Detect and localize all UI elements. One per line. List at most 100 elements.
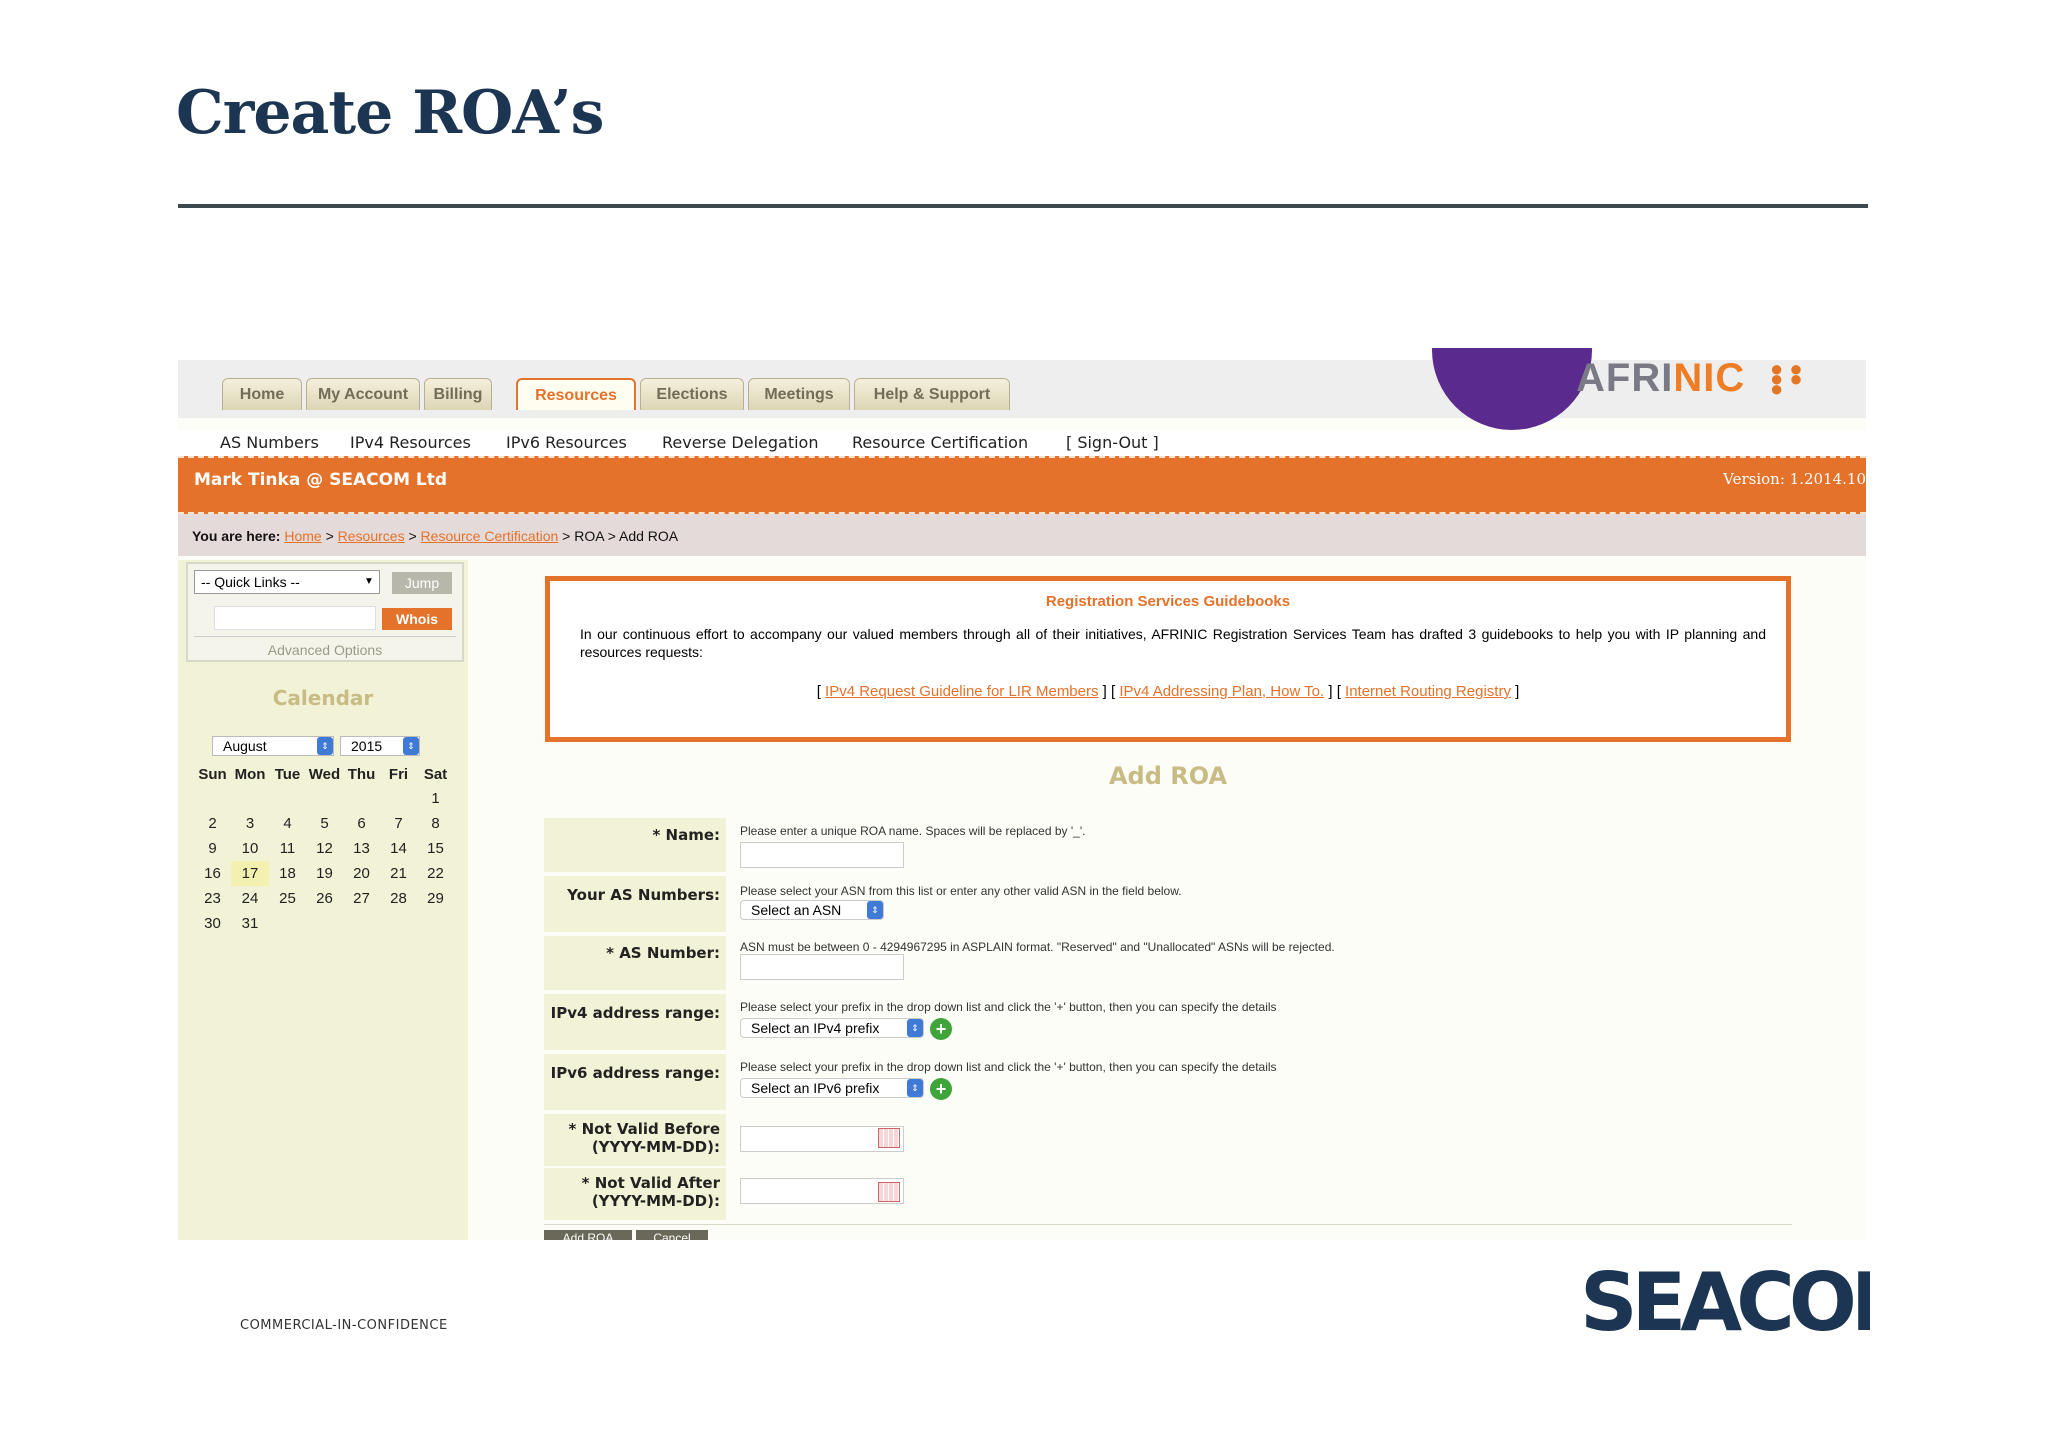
year-select[interactable]: 2015 ⇕	[340, 736, 420, 756]
tab-resources[interactable]: Resources	[516, 378, 636, 410]
calendar-day[interactable]: 31	[231, 911, 269, 936]
calendar-day[interactable]: 18	[269, 861, 306, 886]
calendar-empty-cell	[306, 786, 343, 811]
calendar-day[interactable]: 14	[380, 836, 417, 861]
cancel-button[interactable]: Cancel	[636, 1230, 708, 1240]
calendar-day[interactable]: 7	[380, 811, 417, 836]
logo-dots-icon: ● ● ● ● ●	[1770, 356, 1803, 401]
roa-name-input[interactable]	[740, 842, 904, 868]
calendar-day[interactable]: 16	[194, 861, 231, 886]
divider	[544, 1224, 1792, 1225]
add-ipv6-prefix-button[interactable]: +	[930, 1078, 952, 1100]
ipv4-prefix-select[interactable]: Select an IPv4 prefix ⇕	[740, 1018, 924, 1038]
asn-select[interactable]: Select an ASN ⇕	[740, 900, 884, 920]
calendar-day[interactable]: 22	[417, 861, 454, 886]
calendar-week: 16 17 18 19 20 21 22	[194, 861, 454, 886]
calendar-week: 2345678	[194, 811, 454, 836]
title-divider	[178, 204, 1868, 208]
calendar-day[interactable]: 5	[306, 811, 343, 836]
guidebooks-title: Registration Services Guidebooks	[1045, 593, 1291, 610]
weekday-header: Sun	[198, 765, 227, 783]
breadcrumb-home[interactable]: Home	[284, 528, 321, 544]
calendar-day[interactable]: 13	[343, 836, 380, 861]
calendar-day[interactable]: 20	[343, 861, 380, 886]
calendar-grid: Sun Mon Tue Wed Thu Fri Sat 1 2 3 4 5 6 7 8 9 10 11 12 13 1…	[194, 762, 454, 936]
calendar-day[interactable]: 26	[306, 886, 343, 911]
guidebook-link-ipv4-addressing[interactable]: IPv4 Addressing Plan, How To.	[1119, 683, 1324, 700]
stepper-icon: ⇕	[907, 1019, 923, 1037]
whois-button[interactable]: Whois	[382, 608, 452, 630]
tab-help-support[interactable]: Help & Support	[854, 378, 1010, 410]
advanced-options-link[interactable]: Advanced Options	[186, 642, 464, 658]
breadcrumb-tail: > ROA > Add ROA	[562, 528, 679, 544]
browser-screenshot: Home My Account Billing Resources Electi…	[178, 348, 1866, 1240]
calendar-day[interactable]: 25	[269, 886, 306, 911]
tab-meetings[interactable]: Meetings	[748, 378, 850, 410]
sign-out-link[interactable]: [ Sign-Out ]	[1066, 430, 1159, 456]
ipv6-range-label: IPv6 address range:	[544, 1054, 726, 1110]
calendar-day[interactable]: 15	[417, 836, 454, 861]
guidebook-link-ipv4-request[interactable]: IPv4 Request Guideline for LIR Members	[825, 683, 1098, 700]
stepper-icon: ⇕	[907, 1079, 923, 1097]
guidebooks-text: In our continuous effort to accompany ou…	[580, 626, 1766, 660]
calendar-week: 30 31	[194, 911, 454, 936]
jump-button[interactable]: Jump	[392, 572, 452, 594]
calendar-empty-cell	[306, 911, 343, 936]
subnav-resource-certification[interactable]: Resource Certification	[852, 430, 1028, 456]
calendar-icon[interactable]	[878, 1128, 900, 1148]
calendar-day[interactable]: 6	[343, 811, 380, 836]
guidebooks-notice: Registration Services Guidebooks In our …	[545, 576, 1791, 742]
calendar-day[interactable]: 29	[417, 886, 454, 911]
weekday-header: Sat	[423, 765, 448, 783]
as-number-label: * AS Number:	[544, 936, 726, 990]
calendar-day[interactable]: 12	[306, 836, 343, 861]
name-label: * Name:	[544, 818, 726, 872]
stepper-icon: ⇕	[317, 737, 333, 755]
calendar-day[interactable]: 24	[231, 886, 269, 911]
calendar-day[interactable]: 11	[269, 836, 306, 861]
calendar-day[interactable]: 2	[194, 811, 231, 836]
calendar-day[interactable]: 27	[343, 886, 380, 911]
calendar-week: 1	[194, 786, 454, 811]
calendar-day[interactable]: 17	[231, 861, 269, 886]
tab-home[interactable]: Home	[222, 378, 302, 410]
calendar-day[interactable]: 4	[269, 811, 306, 836]
subnav-ipv4-resources[interactable]: IPv4 Resources	[350, 430, 471, 456]
add-roa-button[interactable]: Add ROA	[544, 1230, 632, 1240]
calendar-icon[interactable]	[878, 1182, 900, 1202]
add-ipv4-prefix-button[interactable]: +	[930, 1018, 952, 1040]
tab-billing[interactable]: Billing	[424, 378, 492, 410]
logo-text-accent: NIC	[1673, 356, 1746, 400]
calendar-day[interactable]: 19	[306, 861, 343, 886]
subnav-as-numbers[interactable]: AS Numbers	[220, 430, 319, 456]
afrinic-logo[interactable]: AFRINIC	[1576, 356, 1745, 401]
tab-my-account[interactable]: My Account	[306, 378, 420, 410]
month-select[interactable]: August ⇕	[212, 736, 334, 756]
quick-links-select[interactable]: -- Quick Links -- ▼	[194, 570, 380, 594]
chevron-down-icon: ▼	[364, 576, 374, 587]
calendar-day[interactable]: 10	[231, 836, 269, 861]
breadcrumb-resource-certification[interactable]: Resource Certification	[421, 528, 559, 544]
whois-input[interactable]	[214, 606, 376, 630]
not-valid-after-label: * Not Valid After (YYYY-MM-DD):	[544, 1168, 726, 1220]
as-number-input[interactable]	[740, 954, 904, 980]
confidentiality-footer: COMMERCIAL-IN-CONFIDENCE	[240, 1318, 448, 1333]
calendar-day[interactable]: 3	[231, 811, 269, 836]
breadcrumb-resources[interactable]: Resources	[338, 528, 405, 544]
calendar-day[interactable]: 1	[417, 786, 454, 811]
calendar-empty-cell	[380, 911, 417, 936]
divider	[194, 636, 456, 637]
calendar-day[interactable]: 9	[194, 836, 231, 861]
calendar-day[interactable]: 28	[380, 886, 417, 911]
weekday-header: Fri	[388, 765, 409, 783]
guidebook-link-irr[interactable]: Internet Routing Registry	[1345, 683, 1511, 700]
tab-elections[interactable]: Elections	[640, 378, 744, 410]
calendar-day[interactable]: 21	[380, 861, 417, 886]
calendar-day[interactable]: 8	[417, 811, 454, 836]
calendar-day[interactable]: 23	[194, 886, 231, 911]
guidebooks-links: [ IPv4 Request Guideline for LIR Members…	[816, 683, 1520, 700]
subnav-reverse-delegation[interactable]: Reverse Delegation	[662, 430, 818, 456]
subnav-ipv6-resources[interactable]: IPv6 Resources	[506, 430, 627, 456]
ipv6-prefix-select[interactable]: Select an IPv6 prefix ⇕	[740, 1078, 924, 1098]
calendar-day[interactable]: 30	[194, 911, 231, 936]
